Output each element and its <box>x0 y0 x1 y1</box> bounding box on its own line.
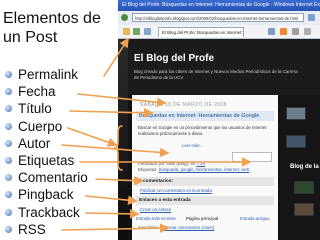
bullet-icon <box>5 174 12 182</box>
list-item-label: Título <box>18 101 52 117</box>
post-body: Buscar en Google es un procedimiento que… <box>138 125 267 136</box>
list-item-label: Comentario <box>18 170 88 186</box>
blog-header: El Blog del Profe Blog creado para los c… <box>128 39 320 95</box>
browser-screenshot: El Blog del Profe: Búsquedas en Internet… <box>118 0 320 240</box>
permalink-time[interactable]: 7:24 <box>197 161 206 166</box>
subscribe-label: Suscribirse a: <box>138 225 164 230</box>
list-item: Comentario <box>5 169 123 186</box>
tags-label: Etiquetas: <box>138 167 158 172</box>
sidebar-thumbnail[interactable] <box>294 203 314 216</box>
list-item: Etiquetas <box>5 152 123 169</box>
post-elements-list: Permalink Fecha Título Cuerpo Autor Etiq… <box>5 66 123 238</box>
list-item-label: Permalink <box>18 67 79 83</box>
tabs-icon[interactable] <box>144 28 151 35</box>
backlinks-header: Enlaces a esta entrada <box>136 196 274 205</box>
bullet-icon <box>5 71 12 79</box>
list-item: Permalink <box>5 66 123 83</box>
blog-description: Blog creado para los cibers de Internet … <box>134 69 298 80</box>
sidebar-thumbnail[interactable] <box>286 107 306 120</box>
list-item: RSS <box>5 221 123 238</box>
list-item-label: Etiquetas <box>18 153 75 169</box>
bullet-icon <box>5 225 12 233</box>
list-item-label: Fecha <box>18 84 56 100</box>
window-titlebar: El Blog del Profe: Búsquedas en Internet… <box>118 0 320 11</box>
page-edge <box>118 39 128 240</box>
post-title[interactable]: Búsquedas en Internet: Herramientas de G… <box>136 111 274 121</box>
bullet-icon <box>5 122 12 130</box>
address-bar: http://elblogdelprofe.blogspot.com/2008/… <box>118 11 320 26</box>
post-author: Publicado por Miss (Blog), en <box>138 161 196 166</box>
comments-header: 0 comentarios: <box>136 177 274 186</box>
blog-title[interactable]: El Blog del Profe <box>134 53 214 64</box>
address-field[interactable]: http://elblogdelprofe.blogspot.com/2008/… <box>132 13 304 22</box>
bullet-icon <box>5 88 12 96</box>
bullet-icon <box>5 157 12 165</box>
post-meta: Publicado por Miss (Blog), en 7:24 Etiqu… <box>138 161 272 173</box>
list-item: Pingback <box>5 186 123 203</box>
post-content: SÁBADO 16 DE MARZO DE 2008 Búsquedas en … <box>132 95 278 240</box>
older-post-link[interactable]: Entrada antigua <box>240 216 270 221</box>
go-icon[interactable] <box>308 14 315 21</box>
list-item: Cuerpo <box>5 118 123 135</box>
create-link[interactable]: Crear un enlace <box>140 207 171 212</box>
back-icon[interactable] <box>121 14 128 21</box>
comment-link[interactable]: Publicar un comentario en la entrada <box>140 188 212 193</box>
list-item: Trackback <box>5 204 123 221</box>
bullet-icon <box>5 191 12 199</box>
rss-feed-link[interactable]: Enviar comentarios (Atom) <box>165 225 215 230</box>
bullet-icon <box>5 105 12 113</box>
blog-sidebar: Blog de la <box>280 95 320 240</box>
list-item-label: Trackback <box>18 204 80 220</box>
sidebar-thumbnail[interactable] <box>286 135 306 148</box>
post-date: SÁBADO 16 DE MARZO DE 2008 <box>140 102 227 108</box>
sidebar-title: Blog de la <box>290 164 319 170</box>
browser-tab[interactable]: El Blog del Profe: Búsquedas en Internet… <box>158 27 244 37</box>
print-icon[interactable] <box>292 28 299 35</box>
list-item: Título <box>5 100 123 117</box>
list-item-label: Autor <box>18 135 51 151</box>
read-more-link[interactable]: Leer más... <box>182 143 203 148</box>
add-favorites-icon[interactable] <box>133 28 140 35</box>
post-tags[interactable]: búsqueda, google, herramientas, internet… <box>159 167 250 172</box>
newer-post-link[interactable]: Entrada más reciente <box>136 216 176 221</box>
rss-icon[interactable] <box>280 28 287 35</box>
list-item: Autor <box>5 135 123 152</box>
list-item-label: Pingback <box>18 187 74 203</box>
page-menu-icon[interactable] <box>304 28 311 35</box>
home-icon[interactable] <box>268 28 275 35</box>
subscribe-row: Suscribirse a: Enviar comentarios (Atom) <box>138 225 214 230</box>
blog-page: El Blog del Profe Blog creado para los c… <box>118 39 320 240</box>
slide-title: Elementos de un Post <box>3 10 101 46</box>
bullet-icon <box>5 139 12 147</box>
browser-toolbar: El Blog del Profe: Búsquedas en Internet… <box>118 25 320 39</box>
list-item: Fecha <box>5 83 123 100</box>
list-item-label: Cuerpo <box>18 118 63 134</box>
home-link[interactable]: Página principal <box>186 216 218 221</box>
bullet-icon <box>5 208 12 216</box>
list-item-label: RSS <box>18 221 46 237</box>
favorites-star-icon[interactable] <box>123 28 130 35</box>
sidebar-thumbnail[interactable] <box>294 181 314 194</box>
